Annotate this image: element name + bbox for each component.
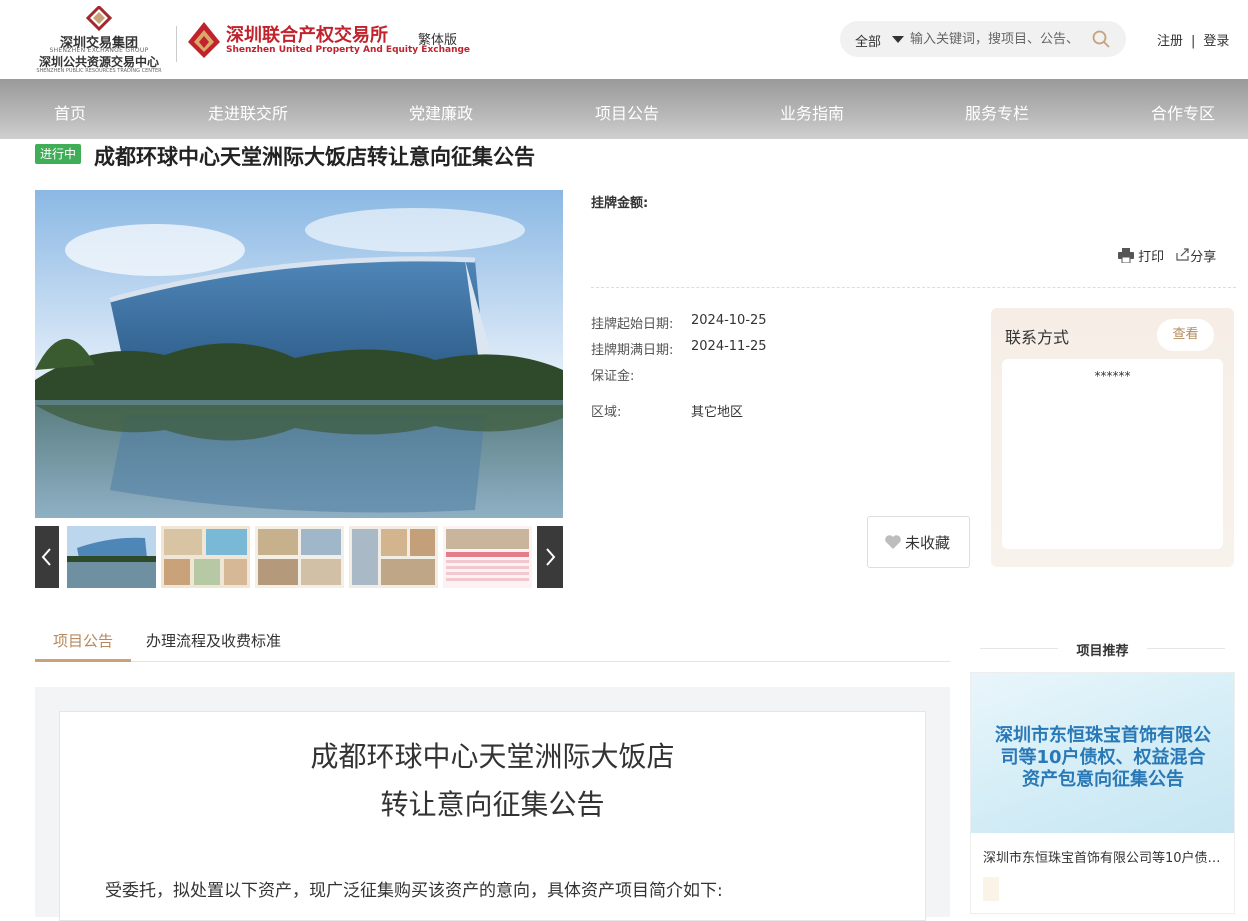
united-exchange-logo[interactable]: 深圳联合产权交易所 Shenzhen United Property And E…	[186, 20, 470, 62]
tabs-divider	[35, 661, 950, 662]
end-date-label: 挂牌期满日期:	[591, 343, 674, 358]
search-bar: 全部	[840, 21, 1126, 57]
masked-contact-info: ******	[1094, 369, 1131, 383]
share-label: 分享	[1190, 250, 1217, 265]
contact-title: 联系方式	[1005, 328, 1070, 347]
tab-process-and-fees[interactable]: 办理流程及收费标准	[146, 630, 281, 651]
nav-item-cooperation[interactable]: 合作专区	[1151, 100, 1215, 124]
start-date-value: 2024-10-25	[691, 313, 767, 328]
document-intro: 受委托，拟处置以下资产，现广泛征集购买该资产的意向，具体资产项目简介如下:	[105, 881, 723, 901]
nav-item-business-guide[interactable]: 业务指南	[780, 100, 844, 124]
thumbnail-image	[255, 526, 344, 588]
start-date-label: 挂牌起始日期:	[591, 317, 674, 332]
favorite-button[interactable]: 未收藏	[867, 516, 970, 568]
recommend-image-text: 深圳市东恒珠宝首饰有限公司等10户债权、权益混合资产包意向征集公告	[995, 725, 1211, 790]
action-tools: 打印 分享	[1118, 246, 1216, 265]
tab-project-notice[interactable]: 项目公告	[35, 630, 131, 651]
document-title-line2: 转让意向征集公告	[380, 788, 605, 821]
search-input[interactable]	[910, 29, 1090, 49]
recommend-image[interactable]: 深圳市东恒珠宝首饰有限公司等10户债权、权益混合资产包意向征集公告	[971, 673, 1234, 833]
view-contact-button[interactable]: 查看	[1157, 319, 1214, 351]
active-tab-indicator	[35, 659, 131, 662]
project-main-image[interactable]	[35, 190, 563, 518]
chevron-down-icon[interactable]	[892, 36, 904, 43]
document-title-line1: 成都环球中心天堂洲际大饭店	[310, 740, 675, 773]
building-photo	[35, 190, 563, 518]
chevron-right-icon	[546, 548, 556, 566]
share-icon	[1176, 248, 1189, 261]
printer-icon	[1118, 248, 1134, 264]
united-exchange-emblem-icon	[188, 22, 220, 58]
main-nav: 首页 走进联交所 党建廉政 项目公告 业务指南 服务专栏 合作专区	[0, 79, 1248, 139]
site-header: 深圳交易集团 SHENZHEN EXCHANGE GROUP 深圳公共资源交易中…	[0, 0, 1248, 79]
thumbnail-next-button[interactable]	[537, 526, 563, 588]
recommend-project-name[interactable]: 深圳市东恒珠宝首饰有限公司等10户债权、权益混合资产包意向征集公告	[983, 847, 1225, 866]
image-thumbnail-strip	[35, 526, 563, 588]
thumbnail-building[interactable]	[67, 526, 156, 588]
region-label: 区域:	[591, 405, 622, 420]
exchange-group-logo[interactable]: 深圳交易集团 SHENZHEN EXCHANGE GROUP 深圳公共资源交易中…	[34, 6, 164, 74]
share-button[interactable]: 分享	[1176, 248, 1217, 265]
nav-item-home[interactable]: 首页	[54, 100, 86, 124]
nav-item-about[interactable]: 走进联交所	[208, 100, 288, 124]
nav-item-services[interactable]: 服务专栏	[965, 100, 1029, 124]
contact-panel: 联系方式 查看 ******	[991, 308, 1234, 567]
auth-links: 注册 | 登录	[1157, 30, 1229, 49]
end-date-value: 2024-11-25	[691, 339, 767, 354]
print-button[interactable]: 打印	[1118, 248, 1168, 265]
thumbnail-image	[161, 526, 250, 588]
recommend-tag	[983, 877, 999, 901]
region-value: 其它地区	[691, 405, 744, 420]
print-label: 打印	[1138, 250, 1165, 265]
favorite-label: 未收藏	[905, 534, 951, 552]
chevron-left-icon	[41, 548, 51, 566]
contact-details: ******	[1002, 359, 1223, 549]
recommend-heading-text: 项目推荐	[1076, 644, 1129, 659]
resource-center-name-en: SHENZHEN PUBLIC RESOURCES TRADING CENTER	[36, 68, 162, 74]
search-scope-select[interactable]: 全部	[855, 31, 881, 50]
info-divider	[591, 287, 1236, 288]
logo-divider	[176, 26, 177, 62]
thumbnail-image	[67, 526, 156, 588]
nav-item-project-notices[interactable]: 项目公告	[595, 100, 659, 124]
thumbnail-rooms[interactable]	[255, 526, 344, 588]
thumbnail-image	[349, 526, 438, 588]
login-link[interactable]: 登录	[1203, 30, 1229, 49]
heart-icon	[885, 535, 901, 549]
exchange-group-emblem-icon	[86, 6, 112, 32]
thumbnail-prev-button[interactable]	[35, 526, 59, 588]
auth-divider: |	[1191, 34, 1196, 49]
recommend-card[interactable]: 深圳市东恒珠宝首饰有限公司等10户债权、权益混合资产包意向征集公告 深圳市东恒珠…	[970, 672, 1235, 914]
status-badge: 进行中	[35, 144, 82, 164]
search-icon[interactable]	[1092, 30, 1110, 48]
thumbnail-interior[interactable]	[349, 526, 438, 588]
register-link[interactable]: 注册	[1157, 30, 1183, 49]
listing-price-label: 挂牌金额:	[591, 196, 649, 211]
united-exchange-name-cn: 深圳联合产权交易所	[226, 25, 388, 46]
page-title: 成都环球中心天堂洲际大饭店转让意向征集公告	[94, 145, 535, 169]
nav-item-party-building[interactable]: 党建廉政	[409, 100, 473, 124]
traditional-chinese-link[interactable]: 繁体版	[418, 29, 457, 48]
recommend-heading: 项目推荐	[970, 640, 1235, 659]
thumbnail-image	[443, 526, 532, 588]
deposit-label: 保证金:	[591, 369, 635, 384]
thumbnail-pool[interactable]	[161, 526, 250, 588]
thumbnail-table[interactable]	[443, 526, 532, 588]
